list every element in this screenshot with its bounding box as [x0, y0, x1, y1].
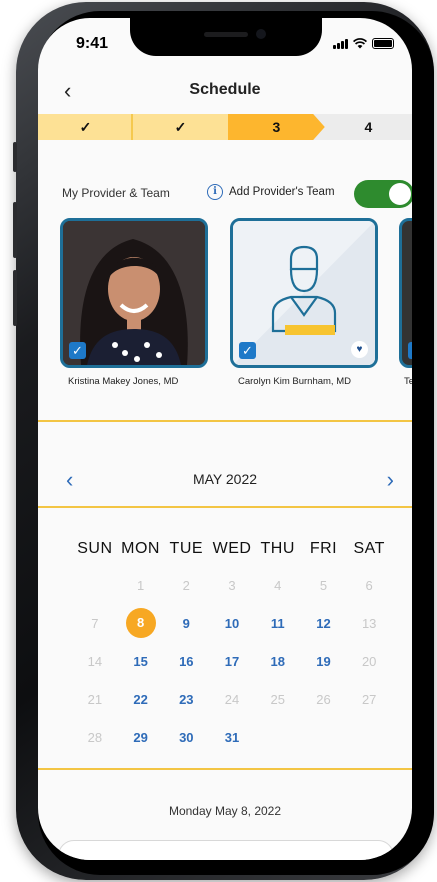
calendar-day[interactable]: 29: [118, 730, 164, 745]
calendar-day[interactable]: 9: [163, 616, 209, 631]
provider-card-1[interactable]: ✓: [60, 218, 208, 368]
calendar-day[interactable]: 31: [209, 730, 255, 745]
calendar-day[interactable]: 23: [163, 692, 209, 707]
calendar-week: 28 29 30 31: [72, 718, 392, 756]
selected-date-label: Monday May 8, 2022: [168, 804, 282, 818]
weekday-label: WED: [212, 540, 252, 557]
calendar-day: 7: [91, 615, 99, 631]
calendar-day: 28: [87, 729, 103, 745]
calendar-day[interactable]: 17: [209, 654, 255, 669]
provider-name-3: Ter: [404, 376, 412, 387]
selected-checkbox-icon[interactable]: ✓: [408, 342, 412, 359]
weekday-label: MON: [121, 540, 160, 557]
calendar-grid: SUN MON TUE WED THU FRI SAT 1 2 3 4 5 6 7 8 9 10 11 12 13 14…: [72, 532, 392, 756]
calendar-day: 6: [365, 577, 373, 593]
status-time: 9:41: [76, 35, 109, 52]
weekday-label: THU: [260, 540, 295, 557]
provider-team-row: My Provider & Team i Add Provider's Team: [38, 180, 412, 210]
weekday-label: SAT: [353, 540, 385, 557]
calendar-day: 5: [319, 577, 328, 593]
provider-carousel: ✓ ✓ ♥ ✓ Kristina Makey Jones, MD Carolyn…: [38, 218, 412, 388]
wifi-icon: [353, 38, 367, 49]
toggle-knob: [389, 183, 411, 205]
calendar-day: 20: [361, 653, 377, 669]
step-2-complete[interactable]: ✓: [132, 114, 228, 140]
provider-section-label: My Provider & Team: [62, 186, 170, 200]
calendar-week: 1 2 3 4 5 6: [72, 566, 392, 604]
calendar-day[interactable]: 11: [255, 616, 301, 631]
next-month-chevron-icon[interactable]: ›: [387, 467, 394, 493]
volume-down-button: [13, 270, 17, 326]
calendar-day[interactable]: 12: [301, 616, 347, 631]
provider-card-3[interactable]: ✓: [399, 218, 412, 368]
app-screen: 9:41 ‹ Schedule ✓ ✓ 3 4 My Provider & Te…: [38, 18, 412, 860]
calendar-week: 7 8 9 10 11 12 13: [72, 604, 392, 642]
calendar-day[interactable]: 10: [209, 616, 255, 631]
calendar-day: 4: [274, 577, 282, 593]
provider-name-1: Kristina Makey Jones, MD: [68, 376, 179, 387]
calendar-day: 26: [316, 691, 331, 707]
favorite-heart-icon[interactable]: ♥: [351, 341, 368, 358]
weekday-label: FRI: [309, 540, 338, 557]
add-team-label: Add Provider's Team: [229, 186, 335, 198]
weekday-label: TUE: [169, 540, 204, 557]
month-navigation: ‹ MAY 2022 ›: [38, 465, 412, 495]
selected-checkbox-icon[interactable]: ✓: [69, 342, 86, 359]
step-1-complete[interactable]: ✓: [38, 114, 133, 140]
divider: [38, 420, 412, 422]
step-3-current[interactable]: 3: [227, 114, 325, 140]
info-icon[interactable]: i: [207, 184, 223, 200]
calendar-day[interactable]: 30: [163, 730, 209, 745]
header: ‹ Schedule: [38, 76, 412, 106]
calendar-day: 13: [361, 615, 377, 631]
divider: [38, 768, 412, 770]
signal-icon: [333, 39, 348, 49]
calendar-day: 21: [87, 691, 103, 707]
calendar-day: 25: [270, 691, 285, 707]
calendar-week: 21 22 23 24 25 26 27: [72, 680, 392, 718]
provider-name-2: Carolyn Kim Burnham, MD: [238, 376, 351, 387]
calendar-day: 3: [228, 577, 236, 593]
volume-up-button: [13, 202, 17, 258]
selected-day-marker[interactable]: 8: [125, 608, 156, 638]
status-icons: [333, 38, 394, 49]
calendar-week: 14 15 16 17 18 19 20: [72, 642, 392, 680]
calendar-day: 24: [224, 691, 240, 707]
selected-checkbox-icon[interactable]: ✓: [239, 342, 256, 359]
weekday-label: SUN: [77, 540, 113, 557]
calendar-day[interactable]: 18: [255, 654, 301, 669]
phone-notch: [130, 18, 322, 56]
page-title: Schedule: [189, 81, 261, 98]
front-camera: [256, 29, 266, 39]
add-team-toggle[interactable]: [354, 180, 412, 208]
divider: [38, 506, 412, 508]
progress-stepper: ✓ ✓ 3 4: [38, 114, 412, 140]
battery-icon: [372, 38, 394, 49]
calendar-day[interactable]: 22: [118, 692, 164, 707]
calendar-day: 1: [136, 577, 145, 593]
silent-switch: [13, 142, 17, 172]
step-4-upcoming: 4: [312, 114, 412, 140]
calendar-day[interactable]: 15: [118, 654, 164, 669]
calendar-day: 14: [87, 653, 103, 669]
calendar-day: 2: [182, 577, 190, 593]
calendar-day[interactable]: 8: [118, 608, 164, 638]
speaker-grille: [204, 32, 248, 37]
appointment-card[interactable]: [58, 840, 394, 860]
month-title: MAY 2022: [192, 471, 258, 487]
weekday-header: SUN MON TUE WED THU FRI SAT: [72, 532, 392, 566]
provider-card-2[interactable]: ✓ ♥: [230, 218, 378, 368]
calendar-day[interactable]: 16: [163, 654, 209, 669]
calendar-day[interactable]: 19: [301, 654, 347, 669]
calendar-day: 27: [361, 691, 377, 707]
